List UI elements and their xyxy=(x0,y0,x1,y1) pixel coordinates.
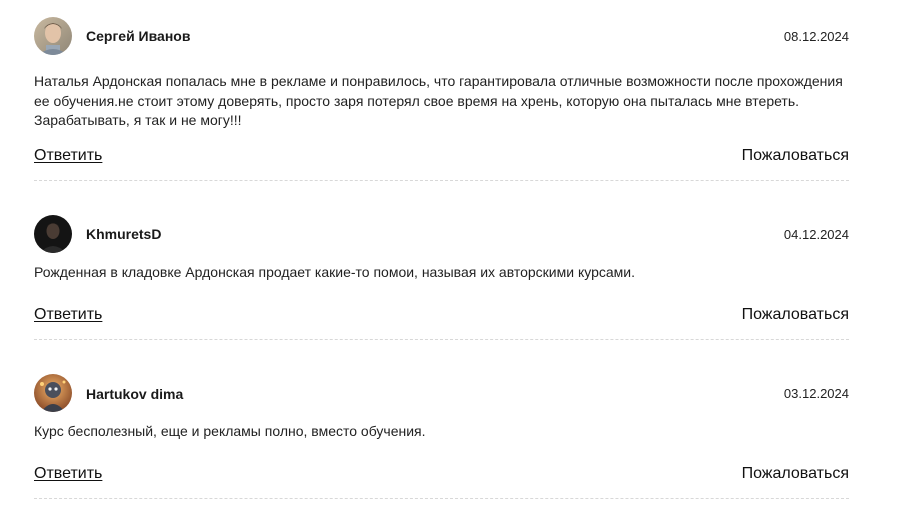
comment-item: KhmuretsD 04.12.2024 Рожденная в кладовк… xyxy=(34,215,849,283)
user-photo-avatar-icon xyxy=(34,374,72,412)
reply-link[interactable]: Ответить xyxy=(34,306,102,324)
user-photo-avatar-icon xyxy=(34,215,72,253)
comment-date: 08.12.2024 xyxy=(783,29,849,44)
comment-actions: Ответить Пожаловаться xyxy=(34,306,849,328)
comment-item: Hartukov dima 03.12.2024 Курс бесполезны… xyxy=(34,374,849,442)
comment-divider xyxy=(34,498,849,499)
comment-author: Сергей Иванов xyxy=(86,28,191,44)
comment-author: Hartukov dima xyxy=(86,386,184,402)
comment-text: Наталья Ардонская попалась мне в рекламе… xyxy=(34,73,843,128)
report-link[interactable]: Пожаловаться xyxy=(742,306,849,324)
avatar[interactable] xyxy=(34,215,72,253)
comments-list: Сергей Иванов 08.12.2024 Наталья Ардонск… xyxy=(0,0,915,519)
comment-divider xyxy=(34,339,849,340)
comment-header: Сергей Иванов 08.12.2024 xyxy=(34,17,849,55)
comment-text: Курс бесполезный, еще и рекламы полно, в… xyxy=(34,423,426,439)
avatar[interactable] xyxy=(34,374,72,412)
reply-link[interactable]: Ответить xyxy=(34,147,102,165)
report-link[interactable]: Пожаловаться xyxy=(742,465,849,483)
comment-actions-row: Ответить Пожаловаться xyxy=(34,306,849,328)
comment-header: Hartukov dima 03.12.2024 xyxy=(34,374,849,412)
user-photo-avatar-icon xyxy=(34,17,72,55)
comment-author: KhmuretsD xyxy=(86,226,162,242)
comment-item: Сергей Иванов 08.12.2024 Наталья Ардонск… xyxy=(34,17,849,131)
comment-text: Рожденная в кладовке Ардонская продает к… xyxy=(34,264,635,280)
comment-date: 03.12.2024 xyxy=(783,386,849,401)
reply-link[interactable]: Ответить xyxy=(34,465,102,483)
comment-date: 04.12.2024 xyxy=(783,227,849,242)
comment-divider xyxy=(34,180,849,181)
comment-actions-row: Ответить Пожаловаться xyxy=(34,465,849,487)
comment-actions: Ответить Пожаловаться xyxy=(34,147,849,169)
report-link[interactable]: Пожаловаться xyxy=(742,147,849,165)
comment-actions-row: Ответить Пожаловаться xyxy=(34,147,849,169)
comment-header: KhmuretsD 04.12.2024 xyxy=(34,215,849,253)
avatar[interactable] xyxy=(34,17,72,55)
comment-actions: Ответить Пожаловаться xyxy=(34,465,849,487)
